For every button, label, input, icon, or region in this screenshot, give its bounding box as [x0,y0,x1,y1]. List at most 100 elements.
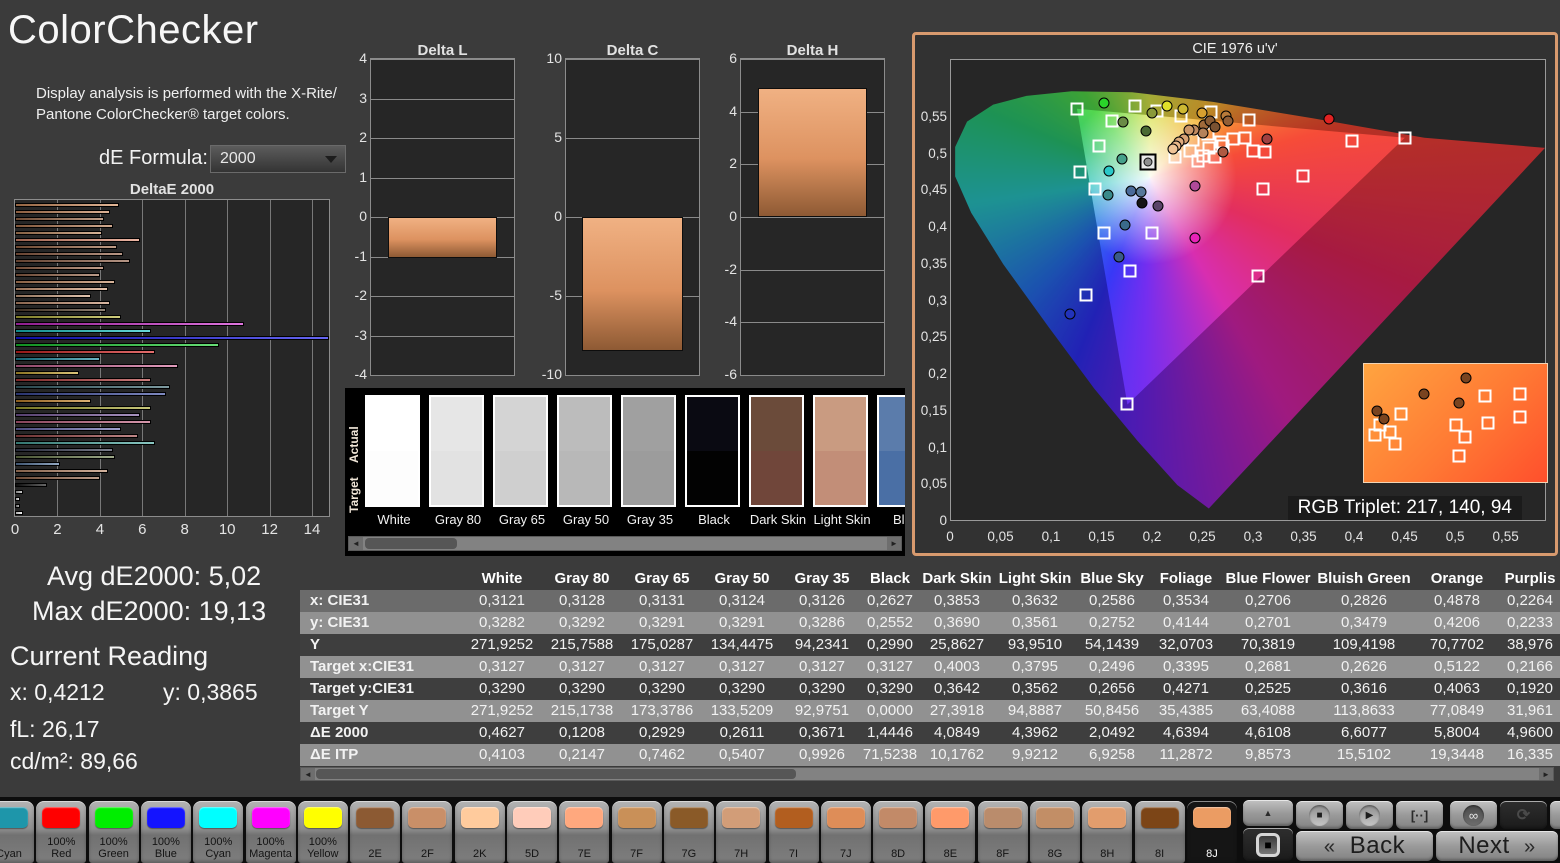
patch-color-swatch [146,807,185,828]
table-cell: 4,6108 [1245,724,1291,741]
patch-button-2k[interactable]: 2K [454,801,505,863]
x-tick-label: 0 [10,521,20,538]
swatch-blue [877,395,905,507]
patch-button-8f[interactable]: 8F [977,801,1028,863]
patch-de-bar [15,322,245,326]
cie-x-tick-label: 0,45 [1391,529,1418,544]
y-tick-label: 4 [359,50,367,66]
inset-target-marker [1513,410,1527,424]
loop-button[interactable]: ∞ [1450,801,1497,829]
patch-color-swatch [356,807,395,828]
x-tick-label: 12 [261,521,278,538]
target-half [687,451,738,505]
de-formula-dropdown[interactable]: 2000 [210,145,346,173]
patch-color-swatch [460,807,499,828]
patch-button-7j[interactable]: 7J [820,801,871,863]
table-cell: 19,3448 [1429,746,1485,763]
patch-button-100blue[interactable]: 100% Blue [140,801,191,863]
pattern-window-button[interactable]: [··] [1396,801,1443,829]
scroll-left-icon[interactable]: ◄ [301,768,315,780]
chevron-down-icon [325,156,337,163]
y-tick-label: 2 [359,129,367,145]
patch-button-100green[interactable]: 100% Green [88,801,139,863]
table-scroll-thumb[interactable] [316,769,796,779]
patch-button-7g[interactable]: 7G [663,801,714,863]
reading-cdm2: cd/m²: 89,66 [10,748,138,774]
patch-color-swatch [251,807,290,828]
table-cell: 0,3131 [639,592,685,609]
cie-y-tick-label: 0,45 [920,182,947,198]
table-cell: 0,3616 [1341,680,1387,697]
cie-y-tick-label: 0,35 [920,255,947,271]
de-formula-value: 2000 [220,150,256,167]
patch-button-7i[interactable]: 7I [768,801,819,863]
patch-button-7f[interactable]: 7F [611,801,662,863]
patch-button-cyan[interactable]: Cyan [0,801,34,863]
patch-button-100red[interactable]: 100% Red [36,801,87,863]
patch-button-5d[interactable]: 5D [507,801,557,863]
measurement-marker [1102,189,1114,201]
inset-target-marker [1452,449,1466,463]
next-button[interactable]: Next » [1436,831,1558,861]
collapse-toolbar-button[interactable]: ▲ [1243,800,1293,826]
table-cell: 215,1738 [550,702,614,719]
cie-y-tick-label: 0,2 [928,366,947,382]
patch-button-100magenta[interactable]: 100% Magenta [245,801,296,863]
swatch-scroll-thumb[interactable] [365,538,457,549]
patch-button-label: Cyan [0,847,22,860]
patch-button-8h[interactable]: 8H [1082,801,1133,863]
table-cell: 0,3124 [719,592,765,609]
actual-half [367,397,418,451]
patch-de-bar [15,504,21,508]
column-header: White [481,570,523,587]
patch-button-8j[interactable]: 8J [1186,801,1237,863]
patch-button-100yellow[interactable]: 100% Yellow [297,801,348,863]
patch-button-8g[interactable]: 8G [1030,801,1080,863]
deltae-chart-title: DeltaE 2000 [129,181,215,198]
patch-button-7h[interactable]: 7H [716,801,767,863]
patch-de-bar [15,364,179,368]
stop-large-button[interactable]: ■ [1243,828,1293,861]
patch-button-8d[interactable]: 8D [873,801,924,863]
avg-de2000: Avg dE2000: 5,02 [47,561,262,591]
table-cell: 175,0287 [630,636,694,653]
cie-x-tick-label: 0,1 [1041,529,1061,544]
scroll-right-icon[interactable]: ► [887,537,901,550]
table-cell: 0,2706 [1245,592,1291,609]
extra-transport-button[interactable] [1550,801,1560,829]
patch-de-bar [15,406,151,410]
table-cell: 0,5407 [719,746,765,763]
scroll-left-icon[interactable]: ◄ [349,537,363,550]
table-cell: 0,3290 [867,680,913,697]
target-marker [1196,149,1210,163]
stop-button[interactable]: ■ [1296,801,1343,829]
patch-button-8i[interactable]: 8I [1134,801,1185,863]
patch-button-7e[interactable]: 7E [559,801,610,863]
chevron-up-icon: ▲ [1263,808,1273,818]
gridline [741,59,884,60]
patch-color-swatch [513,807,551,828]
patch-button-100cyan[interactable]: 100% Cyan [193,801,244,863]
table-scrollbar[interactable]: ◄ ► [300,767,1554,781]
table-cell: 0,2166 [1507,658,1553,675]
swatch-strip-scrollbar[interactable]: ◄ ► [348,536,902,551]
patch-button-8e[interactable]: 8E [925,801,976,863]
current-dot [1143,157,1153,167]
cie-1976-panel[interactable]: CIE 1976 u'v' 0 0,05 0,1 0,15 0,2 0,25 0,3 0,35… [912,32,1558,556]
table-cell: 0,2656 [1089,680,1135,697]
table-cell: 2,0492 [1089,724,1135,741]
measurement-marker [1103,165,1115,177]
table-row: Target y:CIE31 0,3290 0,3290 0,3290 0,3290 0,… [300,678,1560,700]
patch-de-bar [15,266,105,270]
patch-button-2e[interactable]: 2E [350,801,401,863]
reading-x: x: 0,4212 [10,679,105,705]
measurement-marker [1189,232,1201,244]
refresh-button[interactable]: ⟳ [1500,801,1547,829]
scroll-right-icon[interactable]: ► [1539,768,1553,780]
patch-button-label: 8J [1206,847,1218,860]
swatch-label: Gray 50 [562,512,610,527]
back-button[interactable]: « Back [1296,831,1433,861]
patch-button-2f[interactable]: 2F [402,801,453,863]
play-button[interactable]: ▶ [1346,801,1393,829]
patch-button-label: 100% Yellow [307,836,339,860]
